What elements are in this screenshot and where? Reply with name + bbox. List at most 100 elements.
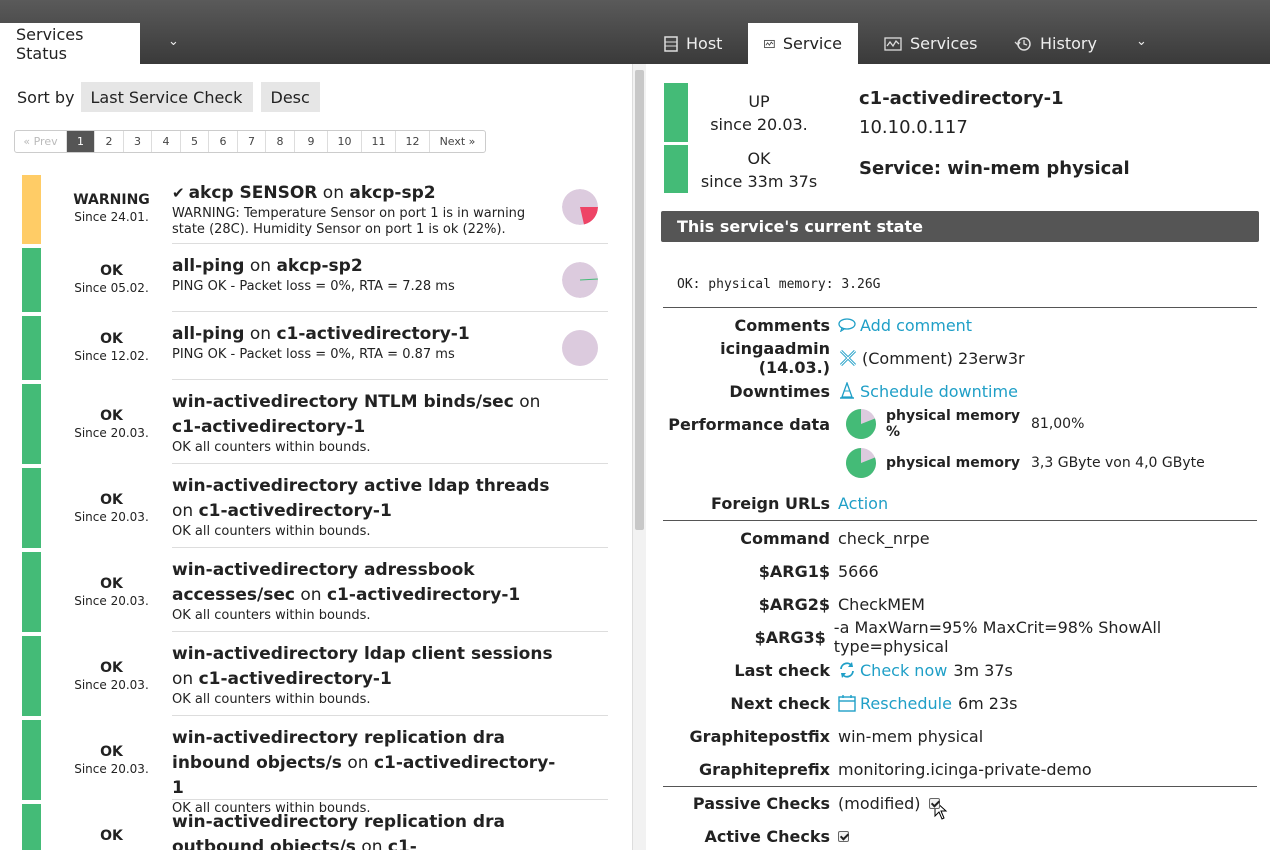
state-label: OK bbox=[100, 828, 123, 844]
tab-services[interactable]: Services bbox=[868, 23, 993, 64]
service-output: OK all counters within bounds. bbox=[172, 524, 371, 539]
remove-comment-icon[interactable] bbox=[838, 348, 858, 368]
service-name[interactable]: win-activedirectory replication dra outb… bbox=[172, 812, 505, 850]
service-name[interactable]: all-ping bbox=[172, 324, 244, 344]
service-row[interactable]: OK Since 05.02. all-ping on akcp-sp2 PIN… bbox=[22, 248, 608, 312]
foreign-urls-label: Foreign URLs bbox=[711, 493, 830, 513]
on-text: on bbox=[300, 585, 322, 605]
pager-page[interactable]: 12 bbox=[396, 131, 430, 152]
pager-page[interactable]: 4 bbox=[152, 131, 181, 152]
tab-service-label: Service bbox=[782, 34, 842, 53]
service-row[interactable]: OK Since 20.03. win-activedirectory acti… bbox=[22, 468, 608, 548]
service-name[interactable]: akcp SENSOR bbox=[189, 183, 318, 203]
arg2-value: CheckMEM bbox=[838, 594, 925, 614]
pager-page[interactable]: 2 bbox=[95, 131, 124, 152]
last-check-row: Last check Check now 3m 37s bbox=[660, 658, 1270, 682]
state-color-bar bbox=[22, 316, 41, 380]
tab-host[interactable]: Host bbox=[648, 23, 738, 64]
host-name[interactable]: akcp-sp2 bbox=[349, 183, 435, 203]
host-name[interactable]: akcp-sp2 bbox=[276, 256, 362, 276]
service-name[interactable]: win-activedirectory active ldap threads bbox=[172, 476, 549, 496]
service-row[interactable]: OK Since 12.02. all-ping on c1-activedir… bbox=[22, 316, 608, 380]
pager-page[interactable]: 1 bbox=[67, 131, 95, 152]
left-pane-scrollbar[interactable] bbox=[632, 64, 646, 850]
state-label: OK bbox=[100, 660, 123, 676]
service-state-cell: OK since 33m 37s bbox=[684, 147, 834, 193]
service-row[interactable]: OK Since 20.03. win-activedirectory repl… bbox=[22, 720, 608, 816]
service-row[interactable]: OK Since 20.03. win-activedirectory adre… bbox=[22, 552, 608, 632]
reschedule-link[interactable]: Reschedule bbox=[860, 694, 952, 713]
service-name[interactable]: win-activedirectory ldap client sessions bbox=[172, 644, 553, 664]
tab-history[interactable]: History bbox=[998, 23, 1113, 64]
host-name[interactable]: c1-activedirectory-1 bbox=[327, 585, 520, 605]
state-since: Since 20.03. bbox=[74, 594, 149, 608]
arg2-row: $ARG2$ CheckMEM bbox=[660, 592, 1270, 616]
state-cell: OK Since 12.02. bbox=[41, 331, 182, 363]
tab-services-status[interactable]: Services Status bbox=[0, 23, 140, 64]
host-name[interactable]: c1-activedirectory-1 bbox=[276, 324, 469, 344]
divider bbox=[663, 520, 1257, 521]
refresh-icon bbox=[838, 661, 856, 679]
comment-text: (Comment) 23erw3r bbox=[862, 348, 1025, 368]
passive-checks-checkbox[interactable] bbox=[928, 797, 940, 809]
arg3-value: -a MaxWarn=95% MaxCrit=98% ShowAll type=… bbox=[833, 618, 1162, 656]
left-tab-menu-icon[interactable]: ⌄ bbox=[168, 34, 179, 49]
service-row[interactable]: OK Since 20.03. win-activedirectory ldap… bbox=[22, 636, 608, 716]
right-tab-menu-icon[interactable]: ⌄ bbox=[1136, 34, 1147, 49]
pager-page[interactable]: 3 bbox=[124, 131, 152, 152]
pager-page[interactable]: 8 bbox=[266, 131, 295, 152]
sort-field-select[interactable]: Last Service Check bbox=[80, 82, 253, 112]
service-output: OK all counters within bounds. bbox=[172, 608, 371, 623]
passive-checks-row: Passive Checks (modified) bbox=[660, 791, 1270, 820]
scrollbar-thumb[interactable] bbox=[635, 70, 644, 530]
host-address: 10.10.0.117 bbox=[859, 117, 968, 138]
pager-page[interactable]: 6 bbox=[209, 131, 238, 152]
service-row[interactable]: OK Since 20.03. win-activedirectory NTLM… bbox=[22, 384, 608, 464]
service-name[interactable]: win-activedirectory NTLM binds/sec bbox=[172, 392, 514, 412]
state-label: OK bbox=[100, 576, 123, 592]
host-name[interactable]: c1-activedirectory-1 bbox=[199, 669, 392, 689]
sort-direction-select[interactable]: Desc bbox=[260, 82, 320, 112]
action-link[interactable]: Action bbox=[838, 494, 888, 513]
host-name-title[interactable]: c1-activedirectory-1 bbox=[859, 88, 1064, 109]
state-cell: OK Since 20.03. bbox=[41, 744, 182, 776]
service-content: win-activedirectory adressbook accesses/… bbox=[172, 552, 608, 632]
section-header: This service's current state bbox=[661, 211, 1259, 242]
state-since: Since 12.02. bbox=[74, 349, 149, 363]
check-now-link[interactable]: Check now bbox=[860, 661, 947, 680]
pagination: « Prev 1 2 3 4 5 6 7 8 9 10 11 12 Next » bbox=[14, 130, 486, 153]
services-icon bbox=[884, 36, 902, 51]
pager-prev[interactable]: « Prev bbox=[15, 131, 67, 152]
host-state-since: since 20.03. bbox=[710, 115, 808, 134]
top-tab-bar: Services Status ⌄ Host Service Services … bbox=[0, 0, 1270, 64]
pager-page[interactable]: 5 bbox=[181, 131, 209, 152]
service-row[interactable]: OK win-activedirectory replication dra o… bbox=[22, 804, 608, 850]
service-content: win-activedirectory ldap client sessions… bbox=[172, 636, 608, 716]
active-checks-checkbox[interactable] bbox=[838, 830, 849, 842]
schedule-downtime-link[interactable]: Schedule downtime bbox=[860, 382, 1018, 401]
pager-page[interactable]: 11 bbox=[362, 131, 396, 152]
host-name[interactable]: c1-activedirectory-1 bbox=[172, 417, 365, 437]
host-icon bbox=[664, 35, 678, 52]
pager-page[interactable]: 7 bbox=[238, 131, 266, 152]
tab-service[interactable]: Service bbox=[748, 23, 858, 64]
service-row[interactable]: WARNING Since 24.01. ✔ akcp SENSOR on akc… bbox=[22, 175, 608, 244]
downtimes-row: Downtimes Schedule downtime bbox=[660, 379, 1270, 403]
comment-entry-row: icingaadmin (14.03.) (Comment) 23erw3r bbox=[660, 339, 1270, 377]
perfdata-value: 81,00% bbox=[1031, 416, 1085, 432]
pager-next[interactable]: Next » bbox=[430, 131, 485, 152]
state-since: Since 20.03. bbox=[74, 510, 149, 524]
host-state-label: UP bbox=[748, 92, 770, 111]
service-content: win-activedirectory NTLM binds/sec on c1… bbox=[172, 384, 608, 464]
graphitepostfix-label: Graphitepostfix bbox=[689, 726, 830, 746]
graphiteprefix-row: Graphiteprefix monitoring.icinga-private… bbox=[660, 757, 1270, 781]
pager-page[interactable]: 10 bbox=[328, 131, 362, 152]
service-content: ✔ akcp SENSOR on akcp-sp2 WARNING: Temper… bbox=[172, 175, 608, 244]
state-cell: WARNING Since 24.01. bbox=[41, 192, 182, 224]
on-text: on bbox=[172, 501, 194, 521]
service-name[interactable]: all-ping bbox=[172, 256, 244, 276]
pager-page[interactable]: 9 bbox=[295, 131, 328, 152]
add-comment-link[interactable]: Add comment bbox=[860, 316, 972, 335]
calendar-icon bbox=[838, 694, 856, 712]
host-name[interactable]: c1-activedirectory-1 bbox=[199, 501, 392, 521]
